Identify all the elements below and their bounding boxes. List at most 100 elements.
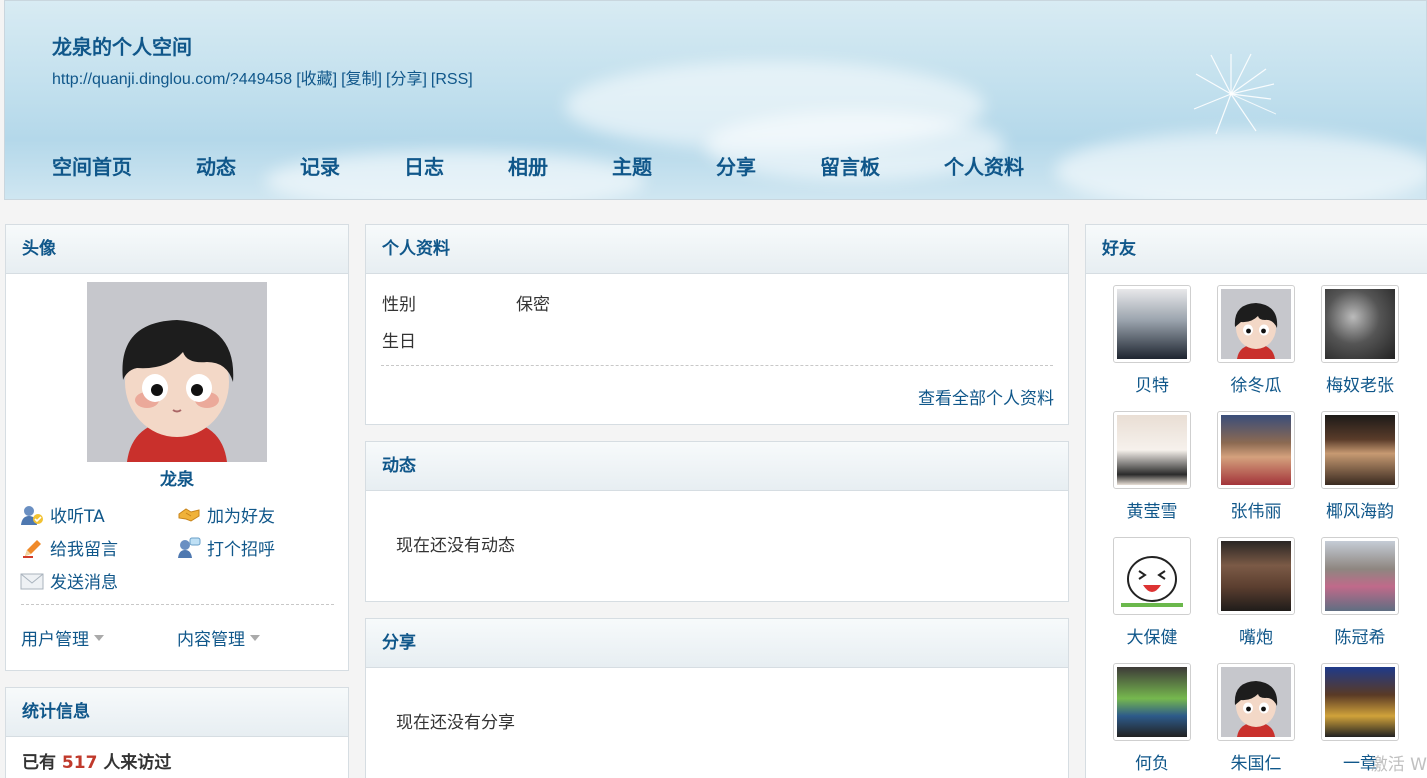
nav-records[interactable]: 记录 xyxy=(300,151,340,180)
share-panel: 分享 现在还没有分享 xyxy=(365,618,1069,778)
friend-item[interactable]: 椰风海韵 xyxy=(1310,411,1410,522)
activity-panel: 动态 现在还没有动态 xyxy=(365,441,1069,602)
friend-avatar[interactable] xyxy=(1321,663,1399,741)
greet-icon xyxy=(177,537,201,559)
friend-avatar[interactable] xyxy=(1217,411,1295,489)
rss-link[interactable]: [RSS] xyxy=(431,71,473,88)
nav-home[interactable]: 空间首页 xyxy=(52,151,132,180)
main-nav: 空间首页 动态 记录 日志 相册 主题 分享 留言板 个人资料 xyxy=(52,151,1024,180)
nav-share[interactable]: 分享 xyxy=(716,151,756,180)
profile-panel-title: 个人资料 xyxy=(366,225,1068,274)
dandelion-decoration xyxy=(1193,53,1276,135)
visitor-suffix: 人来访过 xyxy=(103,753,172,773)
birthday-label: 生日 xyxy=(382,332,416,352)
envelope-icon xyxy=(20,570,44,592)
friend-avatar[interactable] xyxy=(1217,285,1295,363)
send-message-button[interactable]: 发送消息 xyxy=(20,568,118,593)
follow-button[interactable]: 收听TA xyxy=(20,502,105,527)
handshake-icon xyxy=(177,504,201,526)
leave-message-button[interactable]: 给我留言 xyxy=(20,535,118,560)
content-management-menu[interactable]: 内容管理 xyxy=(177,625,260,650)
activity-panel-title: 动态 xyxy=(366,442,1068,491)
friend-name[interactable]: 张伟丽 xyxy=(1206,497,1306,522)
favorite-link[interactable]: [收藏] xyxy=(296,71,337,88)
activity-empty-text: 现在还没有动态 xyxy=(396,536,515,556)
add-friend-button[interactable]: 加为好友 xyxy=(177,502,275,527)
user-management-label: 用户管理 xyxy=(21,630,89,650)
friend-name[interactable]: 贝特 xyxy=(1102,371,1202,396)
friend-avatar[interactable] xyxy=(1217,663,1295,741)
gender-value: 保密 xyxy=(516,295,550,315)
chevron-down-icon xyxy=(94,634,104,641)
friends-panel-title: 好友 xyxy=(1086,225,1427,274)
friend-avatar[interactable] xyxy=(1113,537,1191,615)
profile-panel: 个人资料 性别 保密 生日 查看全部个人资料 xyxy=(365,224,1069,425)
stats-panel: 统计信息 已有 517 人来访过 xyxy=(5,687,349,778)
space-title[interactable]: 龙泉的个人空间 xyxy=(52,31,192,60)
leave-message-label: 给我留言 xyxy=(50,540,118,560)
friend-name[interactable]: 朱国仁 xyxy=(1206,749,1306,774)
friend-item[interactable]: 徐冬瓜 xyxy=(1206,285,1306,396)
friend-name[interactable]: 梅奴老张 xyxy=(1310,371,1410,396)
friend-item[interactable]: 朱国仁 xyxy=(1206,663,1306,774)
greet-button[interactable]: 打个招呼 xyxy=(177,535,275,560)
friend-avatar[interactable] xyxy=(1321,285,1399,363)
friend-item[interactable]: 何负 xyxy=(1102,663,1202,774)
visitor-count-text: 已有 517 人来访过 xyxy=(22,748,171,773)
copy-link[interactable]: [复制] xyxy=(341,71,382,88)
greet-label: 打个招呼 xyxy=(207,540,275,560)
friend-name[interactable]: 黄莹雪 xyxy=(1102,497,1202,522)
friend-item[interactable]: 陈冠希 xyxy=(1310,537,1410,648)
friend-name[interactable]: 何负 xyxy=(1102,749,1202,774)
nav-topics[interactable]: 主题 xyxy=(612,151,652,180)
user-name[interactable]: 龙泉 xyxy=(6,465,348,490)
share-panel-title: 分享 xyxy=(366,619,1068,668)
friend-item[interactable]: 张伟丽 xyxy=(1206,411,1306,522)
friend-avatar[interactable] xyxy=(1113,285,1191,363)
friend-item[interactable]: 贝特 xyxy=(1102,285,1202,396)
activation-watermark: 激活 W xyxy=(1370,755,1427,775)
friend-avatar[interactable] xyxy=(1113,411,1191,489)
stats-panel-title: 统计信息 xyxy=(6,688,348,737)
friend-item[interactable]: 嘴炮 xyxy=(1206,537,1306,648)
send-message-label: 发送消息 xyxy=(50,573,118,593)
friend-avatar[interactable] xyxy=(1113,663,1191,741)
gender-label: 性别 xyxy=(382,295,416,315)
friend-name[interactable]: 椰风海韵 xyxy=(1310,497,1410,522)
space-url-line: http://quanji.dinglou.com/?449458 [收藏] [复制… xyxy=(52,65,477,89)
friend-name[interactable]: 嘴炮 xyxy=(1206,623,1306,648)
view-full-profile-link[interactable]: 查看全部个人资料 xyxy=(918,384,1054,409)
friend-item[interactable]: 大保健 xyxy=(1102,537,1202,648)
avatar-panel-title: 头像 xyxy=(6,225,348,274)
nav-profile[interactable]: 个人资料 xyxy=(944,151,1024,180)
visitor-count: 517 xyxy=(61,753,98,773)
divider xyxy=(381,365,1053,366)
share-link[interactable]: [分享] xyxy=(386,71,427,88)
visitor-prefix: 已有 xyxy=(22,753,56,773)
avatar[interactable] xyxy=(87,282,267,462)
space-header: 龙泉的个人空间 http://quanji.dinglou.com/?44945… xyxy=(4,0,1427,200)
nav-activity[interactable]: 动态 xyxy=(196,151,236,180)
follow-icon xyxy=(20,504,44,526)
friend-name[interactable]: 徐冬瓜 xyxy=(1206,371,1306,396)
friends-panel: 好友 贝特 徐冬瓜 梅奴老张 黄莹雪 张伟丽 椰风海韵 大保健 嘴炮 陈冠希 何… xyxy=(1085,224,1427,778)
friend-name[interactable]: 大保健 xyxy=(1102,623,1202,648)
divider xyxy=(21,604,334,605)
avatar-panel: 头像 龙泉 收听TA 加为好友 给我留言 打个招呼 发送消息 用户管理 内容管理 xyxy=(5,224,349,671)
user-management-menu[interactable]: 用户管理 xyxy=(21,625,104,650)
space-url[interactable]: http://quanji.dinglou.com/?449458 xyxy=(52,71,292,88)
friend-item[interactable]: 黄莹雪 xyxy=(1102,411,1202,522)
share-empty-text: 现在还没有分享 xyxy=(396,713,515,733)
friend-avatar[interactable] xyxy=(1321,537,1399,615)
content-management-label: 内容管理 xyxy=(177,630,245,650)
nav-guestbook[interactable]: 留言板 xyxy=(820,151,880,180)
nav-album[interactable]: 相册 xyxy=(508,151,548,180)
friend-item[interactable]: 梅奴老张 xyxy=(1310,285,1410,396)
pencil-icon xyxy=(20,537,44,559)
friend-avatar[interactable] xyxy=(1217,537,1295,615)
friend-name[interactable]: 陈冠希 xyxy=(1310,623,1410,648)
nav-blog[interactable]: 日志 xyxy=(404,151,444,180)
friend-avatar[interactable] xyxy=(1321,411,1399,489)
follow-label: 收听TA xyxy=(50,507,105,527)
add-friend-label: 加为好友 xyxy=(207,507,275,527)
